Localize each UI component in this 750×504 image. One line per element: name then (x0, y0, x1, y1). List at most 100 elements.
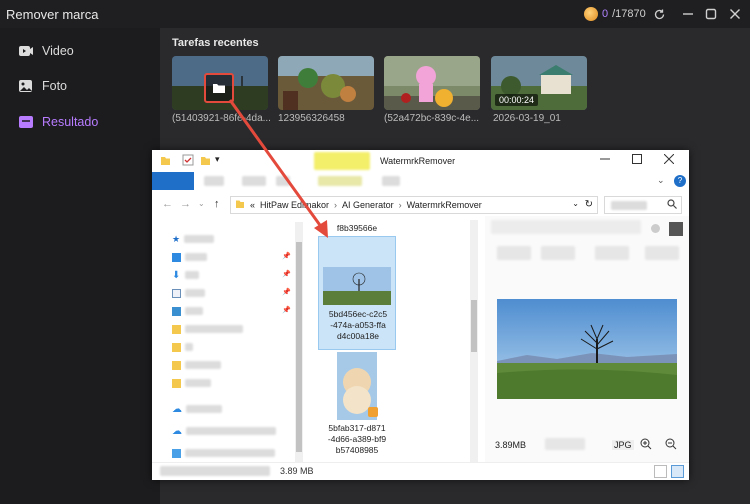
ribbon-tab[interactable] (242, 176, 266, 186)
file-name-line: b57408985 (335, 445, 379, 455)
pin-icon[interactable]: 📌 (282, 288, 291, 296)
sidebar-item-label: Video (42, 44, 74, 58)
nav-item-pictures[interactable] (172, 306, 203, 316)
credits-display[interactable]: 0/17870 (584, 6, 646, 22)
nav-item-onedrive-personal[interactable]: ☁ (172, 425, 276, 437)
explorer-ribbon: ⌄ ? (152, 172, 689, 190)
file-name[interactable]: f8b39566e (310, 223, 404, 234)
nav-item-folder[interactable] (172, 324, 243, 334)
redacted-region (314, 152, 370, 170)
recent-thumbnail[interactable] (384, 56, 480, 110)
coin-icon (584, 7, 598, 21)
file-item-selected[interactable]: 5bd456ec-c2c5 -474a-a053-ffa d4c00a18e (318, 236, 396, 350)
back-arrow-icon[interactable]: ← (162, 198, 173, 210)
sidebar-item-resultado[interactable]: Resultado (18, 111, 98, 133)
nav-item-documents[interactable] (172, 288, 205, 298)
character-thumbnail-image (384, 56, 480, 110)
quick-access-dropdown-icon[interactable]: ▾ (215, 154, 220, 165)
app-title: Remover marca (6, 7, 99, 22)
chevron-down-icon[interactable]: ⌄ (572, 199, 579, 208)
nav-scrollbar[interactable] (295, 222, 303, 462)
scrollbar-thumb[interactable] (471, 300, 477, 352)
ribbon-tab[interactable] (318, 176, 362, 186)
close-icon[interactable] (726, 5, 744, 23)
ribbon-file-tab[interactable] (152, 172, 194, 190)
refresh-icon[interactable] (650, 5, 668, 23)
pin-icon[interactable]: 📌 (282, 270, 291, 278)
ribbon-tab[interactable] (382, 176, 400, 186)
nav-item-this-pc[interactable] (172, 448, 275, 458)
nav-item-quick-access[interactable]: ★ (172, 234, 215, 244)
cartoon-thumbnail-image (278, 56, 374, 110)
minimize-icon[interactable] (679, 5, 697, 23)
redacted-region (185, 307, 203, 315)
redacted-region (184, 235, 215, 243)
photo-icon (18, 78, 34, 94)
zoom-in-icon[interactable] (640, 438, 652, 452)
maximize-icon[interactable] (632, 154, 642, 167)
status-size: 3.89 MB (280, 466, 314, 476)
large-icons-view-icon[interactable] (671, 465, 684, 478)
ribbon-tab[interactable] (204, 176, 224, 186)
recent-caption: 123956326458 (278, 113, 345, 124)
redacted-region (541, 246, 575, 260)
preview-image (497, 299, 677, 399)
file-name-line: 5bfab317-d871 (328, 423, 386, 433)
desktop-icon (172, 252, 181, 262)
pin-icon[interactable]: 📌 (282, 306, 291, 314)
nav-item-onedrive[interactable]: ☁ (172, 404, 222, 415)
minimize-icon[interactable] (600, 154, 610, 167)
info-icon[interactable] (651, 224, 660, 233)
up-arrow-icon[interactable]: ↑ (214, 198, 220, 210)
cloud-icon: ☁ (172, 425, 182, 437)
file-name-line: 5bd456ec-c2c5 (328, 309, 388, 319)
recent-thumbnail[interactable]: 00:00:24 (491, 56, 587, 110)
file-scrollbar[interactable] (470, 220, 478, 462)
details-view-icon[interactable] (654, 465, 667, 478)
pin-icon[interactable]: 📌 (282, 252, 291, 260)
video-icon (18, 43, 34, 59)
maximize-icon[interactable] (702, 5, 720, 23)
properties-icon[interactable] (182, 154, 194, 168)
nav-item-downloads[interactable]: ⬇ (172, 270, 199, 280)
breadcrumb-item[interactable]: HitPaw Edimakor (260, 200, 329, 210)
breadcrumb-item[interactable]: AI Generator (342, 200, 394, 210)
chevron-down-icon[interactable]: ⌄ (198, 199, 205, 208)
nav-item-folder[interactable] (172, 378, 211, 388)
nav-item-folder[interactable] (172, 342, 193, 352)
folder-icon (235, 199, 245, 211)
close-icon[interactable] (663, 153, 675, 167)
folder-icon (213, 84, 225, 93)
preview-file-type: JPG (612, 440, 634, 450)
nav-item-folder[interactable] (172, 360, 221, 370)
zoom-out-icon[interactable] (665, 438, 677, 452)
sidebar-item-video[interactable]: Video (18, 40, 74, 62)
breadcrumb-overflow[interactable]: « (250, 200, 255, 210)
search-input[interactable] (604, 196, 682, 214)
folder-icon (172, 324, 181, 334)
navigation-pane: ★ 📌 ⬇ 📌 📌 📌 ☁ ☁ (152, 222, 306, 462)
file-name-line: -4d66-a389-bf9 (327, 434, 387, 444)
chevron-down-icon[interactable]: ⌄ (657, 175, 665, 186)
preview-pane: 3.89MB JPG (485, 216, 689, 462)
open-folder-button[interactable] (204, 73, 234, 103)
address-bar[interactable]: « HitPaw Edimakor › AI Generator › Water… (230, 196, 598, 214)
nav-item-desktop[interactable] (172, 252, 207, 262)
new-folder-icon[interactable] (200, 155, 211, 168)
ribbon-tab[interactable] (276, 176, 290, 186)
redacted-region (497, 246, 531, 260)
sidebar-item-foto[interactable]: Foto (18, 75, 67, 97)
scrollbar-thumb[interactable] (296, 242, 302, 452)
refresh-icon[interactable]: ↻ (585, 199, 593, 210)
forward-arrow-icon[interactable]: → (180, 198, 191, 210)
breadcrumb-item[interactable]: WatermrkRemover (407, 200, 482, 210)
file-item[interactable] (334, 352, 380, 422)
preview-toggle[interactable] (669, 222, 683, 236)
breadcrumb-separator: › (398, 200, 402, 210)
explorer-statusbar: 3.89 MB (152, 462, 689, 480)
recent-thumbnail[interactable] (278, 56, 374, 110)
search-icon (667, 199, 677, 211)
address-row: ← → ⌄ ↑ « HitPaw Edimakor › AI Generator… (152, 194, 689, 216)
folder-icon (172, 342, 181, 352)
help-icon[interactable]: ? (674, 175, 686, 187)
